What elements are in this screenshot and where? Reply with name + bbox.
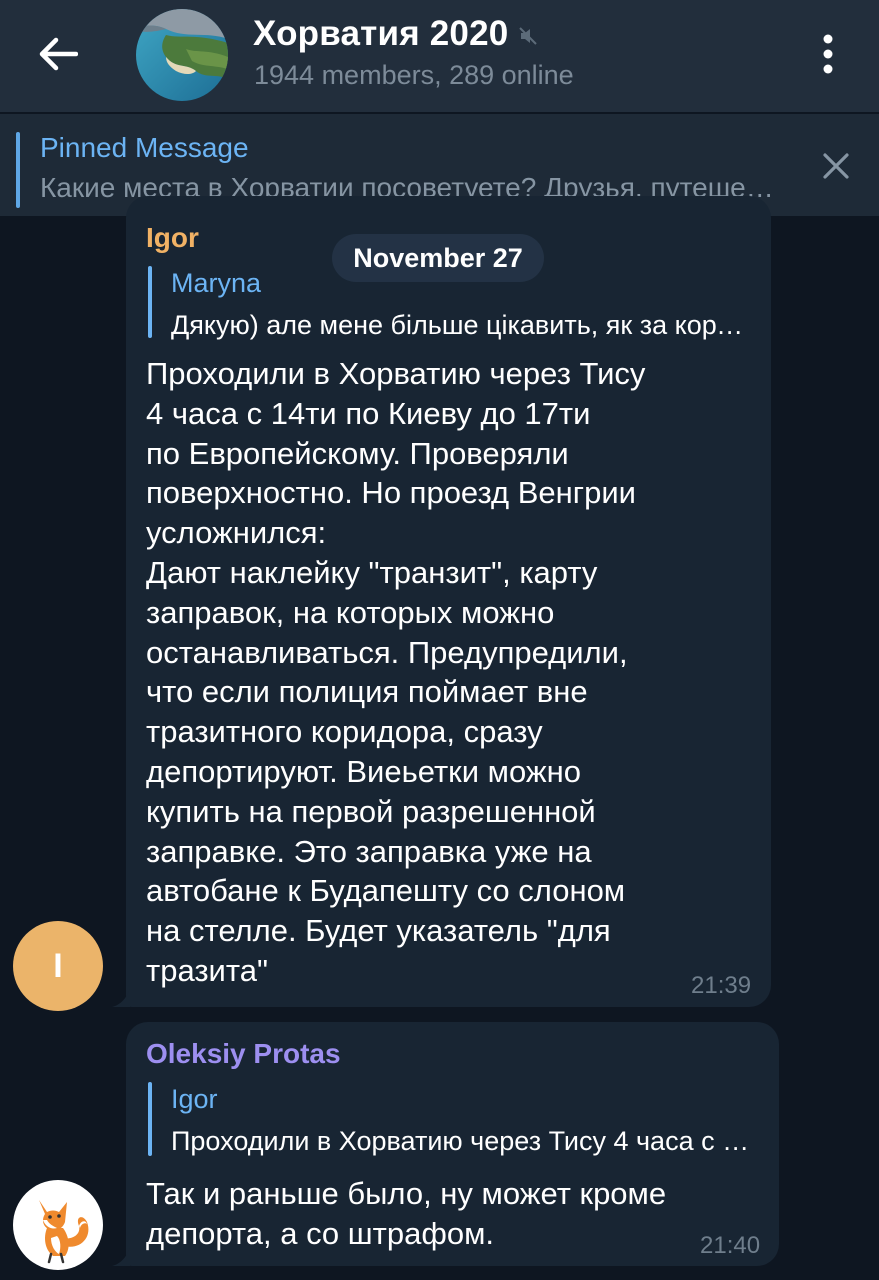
message-text: Проходили в Хорватию через Тису 4 часа с… [146, 356, 646, 988]
chat-header: Хорватия 2020 1944 members, 289 online [0, 0, 879, 112]
avatar[interactable] [13, 1180, 103, 1270]
back-button[interactable] [28, 26, 88, 82]
muted-speaker-icon [519, 27, 538, 45]
date-separator: November 27 [332, 234, 544, 282]
reply-sender: Maryna [171, 268, 262, 298]
chat-member-count: 1944 members, 289 online [254, 60, 574, 90]
bubble-tail [112, 1248, 130, 1266]
close-icon [823, 153, 849, 179]
fox-icon [39, 1200, 89, 1264]
message-text: Так и раньше было, ну может кроме депорт… [146, 1176, 667, 1251]
message-bubble[interactable]: Igor Maryna Дякую) але мене більше цікав… [126, 196, 771, 1007]
message-bubble[interactable]: Oleksiy Protas Igor Проходили в Хорватию… [126, 1022, 779, 1266]
reply-sender: Igor [171, 1084, 218, 1114]
more-menu-button[interactable] [806, 28, 850, 80]
message-time: 21:40 [700, 1232, 761, 1259]
avatar-letter: I [53, 946, 63, 985]
reply-preview[interactable]: Дякую) але мене більше цікавить, як за к… [171, 310, 751, 341]
beach-photo [136, 9, 228, 101]
arrow-left-icon [39, 37, 78, 71]
chat-avatar[interactable] [136, 9, 228, 101]
message-sender[interactable]: Oleksiy Protas [146, 1038, 341, 1070]
more-vertical-icon [823, 34, 833, 74]
avatar[interactable]: I [13, 921, 103, 1011]
reply-accent-line [148, 266, 152, 338]
message-time: 21:39 [691, 972, 752, 999]
pinned-title: Pinned Message [40, 132, 249, 163]
reply-preview[interactable]: Проходили в Хорватию через Тису 4 часа с… [171, 1126, 761, 1157]
pinned-close-button[interactable] [810, 140, 862, 192]
reply-accent-line [148, 1082, 152, 1156]
pinned-accent-line [16, 132, 20, 208]
bubble-tail [112, 989, 130, 1007]
message-sender[interactable]: Igor [146, 222, 199, 254]
chat-title[interactable]: Хорватия 2020 [253, 14, 508, 54]
